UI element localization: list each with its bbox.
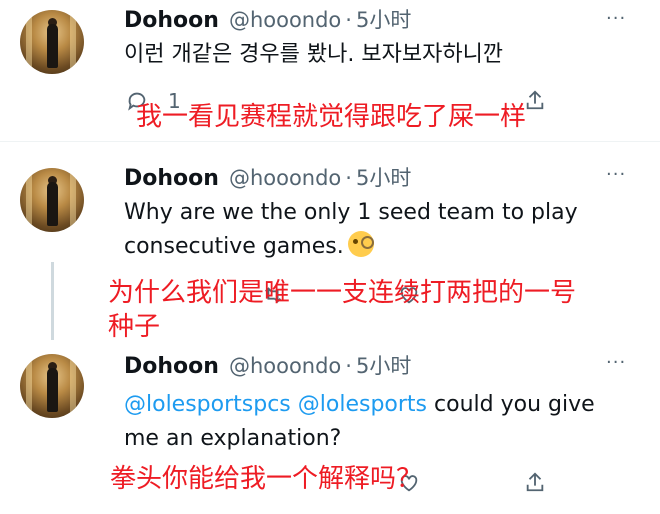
tweet-header: Dohoon @hooondo · 5小时 xyxy=(124,4,411,34)
more-options-icon[interactable]: ··· xyxy=(606,354,632,372)
tweet-1[interactable]: Dohoon @hooondo · 5小时 ··· 이런 개같은 경우를 봤나.… xyxy=(0,0,660,140)
separator: · xyxy=(345,8,352,32)
translation-overlay-line-2: 种子 xyxy=(108,312,161,342)
avatar-figure xyxy=(47,182,58,226)
tweet-text-line-1: Why are we the only 1 seed team to play xyxy=(124,200,578,225)
timestamp[interactable]: 5小时 xyxy=(356,350,411,380)
author-name[interactable]: Dohoon xyxy=(124,354,219,379)
share-icon[interactable] xyxy=(524,470,546,498)
avatar-pillar xyxy=(70,10,76,74)
avatar-pillar xyxy=(70,354,76,418)
tweet-text-line-2: consecutive games. xyxy=(124,230,374,263)
tweet-3[interactable]: Dohoon @hooondo · 5小时 ··· @lolesportspcs… xyxy=(0,342,660,514)
avatar-pillar xyxy=(26,10,32,74)
avatar-pillar xyxy=(26,354,32,418)
tweet-text: 이런 개같은 경우를 봤나. 보자보자하니깐 xyxy=(124,42,504,67)
more-options-icon[interactable]: ··· xyxy=(606,166,632,184)
face-with-monocle-icon xyxy=(347,231,374,257)
avatar-figure xyxy=(47,24,58,68)
mention-link[interactable]: @lolesports xyxy=(298,392,427,417)
tweet-text-rest: could you give xyxy=(434,392,595,417)
avatar-figure xyxy=(47,368,58,412)
mention-link[interactable]: @lolesportspcs xyxy=(124,392,291,417)
translation-overlay-line-1: 为什么我们是唯一一支连续打两把的一号 xyxy=(108,278,577,308)
author-handle[interactable]: @hooondo xyxy=(229,166,341,190)
tweet-header: Dohoon @hooondo · 5小时 xyxy=(124,162,411,192)
author-handle[interactable]: @hooondo xyxy=(229,354,341,378)
avatar[interactable] xyxy=(20,354,84,418)
tweet-2[interactable]: Dohoon @hooondo · 5小时 ··· Why are we the… xyxy=(0,142,660,342)
timestamp[interactable]: 5小时 xyxy=(356,162,411,192)
avatar[interactable] xyxy=(20,168,84,232)
avatar[interactable] xyxy=(20,10,84,74)
timestamp[interactable]: 5小时 xyxy=(356,4,411,34)
translation-overlay: 我一看见赛程就觉得跟吃了屎一样 xyxy=(136,102,527,132)
tweet-text-line-2: me an explanation? xyxy=(124,426,342,451)
share-icon[interactable] xyxy=(524,88,546,116)
tweet-text-line-2-text: consecutive games. xyxy=(124,234,344,259)
tweet-text-line-1: @lolesportspcs @lolesports could you giv… xyxy=(124,388,595,421)
more-options-icon[interactable]: ··· xyxy=(606,10,632,28)
thread-line xyxy=(51,262,54,340)
separator: · xyxy=(345,354,352,378)
author-name[interactable]: Dohoon xyxy=(124,8,219,33)
avatar-pillar xyxy=(26,168,32,232)
author-handle[interactable]: @hooondo xyxy=(229,8,341,32)
author-name[interactable]: Dohoon xyxy=(124,166,219,191)
avatar-pillar xyxy=(70,168,76,232)
translation-overlay: 拳头你能给我一个解释吗？ xyxy=(110,464,423,494)
tweet-header: Dohoon @hooondo · 5小时 xyxy=(124,350,411,380)
separator: · xyxy=(345,166,352,190)
